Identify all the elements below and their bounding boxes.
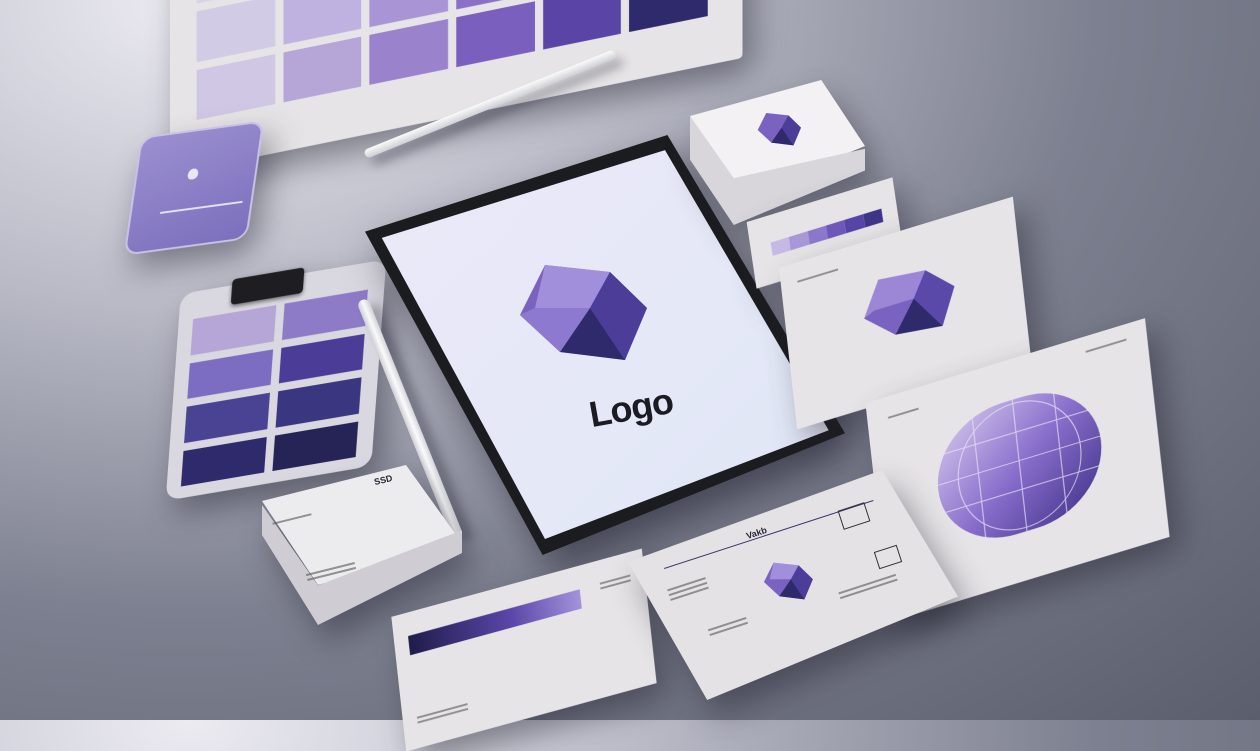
clipboard-swatch-grid [180, 289, 368, 487]
hexagon-logo-icon [763, 562, 813, 600]
color-swatch [278, 333, 365, 384]
hexagon-logo-icon [757, 112, 801, 146]
color-swatch [187, 348, 274, 399]
letterhead: Vakb [628, 470, 958, 700]
color-swatch [275, 377, 362, 428]
color-swatch [184, 392, 270, 443]
phone [123, 120, 265, 256]
hexagon-logo-icon [520, 265, 647, 360]
business-card: SSD [262, 465, 462, 625]
color-swatch [196, 0, 275, 62]
